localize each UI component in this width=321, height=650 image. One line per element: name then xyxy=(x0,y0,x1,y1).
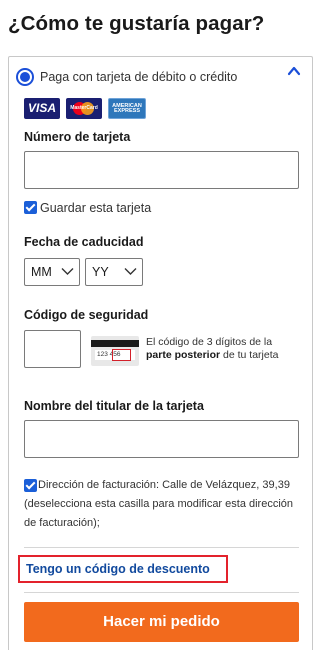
chevron-up-icon[interactable] xyxy=(287,64,301,78)
mastercard-logo-icon: MasterCard xyxy=(66,98,102,119)
divider xyxy=(24,592,299,593)
card-number-input[interactable] xyxy=(24,151,299,189)
expiry-year-select[interactable]: YY xyxy=(85,258,143,286)
expiry-year-value: YY xyxy=(92,265,109,279)
page-title: ¿Cómo te gustaría pagar? xyxy=(8,12,265,35)
card-payment-label[interactable]: Paga con tarjeta de débito o crédito xyxy=(40,70,237,84)
security-code-label: Código de seguridad xyxy=(24,308,149,322)
cardholder-label: Nombre del titular de la tarjeta xyxy=(24,399,204,413)
cvv-highlight-box xyxy=(112,349,131,361)
billing-address-text: Dirección de facturación: Calle de Veláz… xyxy=(24,479,294,529)
chevron-down-icon xyxy=(61,268,74,275)
card-back-icon: 123 456 xyxy=(91,336,139,366)
security-code-help: El código de 3 dígitos de la parte poste… xyxy=(146,336,296,362)
divider xyxy=(24,547,299,548)
magnetic-stripe xyxy=(91,340,139,347)
visa-logo-text: VISA xyxy=(27,101,56,115)
mastercard-logo-text: MasterCard xyxy=(70,105,98,111)
security-code-input[interactable] xyxy=(24,330,81,368)
expiry-month-select[interactable]: MM xyxy=(24,258,80,286)
expiry-label: Fecha de caducidad xyxy=(24,235,144,249)
discount-code-link[interactable]: Tengo un código de descuento xyxy=(18,555,228,583)
amex-logo-icon: AMERICAN EXPRESS xyxy=(108,98,146,119)
security-code-help-suffix: de tu tarjeta xyxy=(220,349,279,361)
security-code-help-bold: parte posterior xyxy=(146,349,221,361)
visa-logo-icon: VISA xyxy=(24,98,60,119)
expiry-month-value: MM xyxy=(31,265,52,279)
card-number-label: Número de tarjeta xyxy=(24,130,131,144)
chevron-down-icon xyxy=(124,268,137,275)
save-card-label[interactable]: Guardar esta tarjeta xyxy=(40,201,151,215)
security-code-help-prefix: El código de 3 dígitos de la xyxy=(146,336,273,348)
place-order-button[interactable]: Hacer mi pedido xyxy=(24,602,299,642)
card-payment-radio[interactable] xyxy=(16,68,34,86)
save-card-checkbox[interactable] xyxy=(24,201,37,214)
cardholder-input[interactable] xyxy=(24,420,299,458)
amex-logo-line2: EXPRESS xyxy=(114,108,140,114)
